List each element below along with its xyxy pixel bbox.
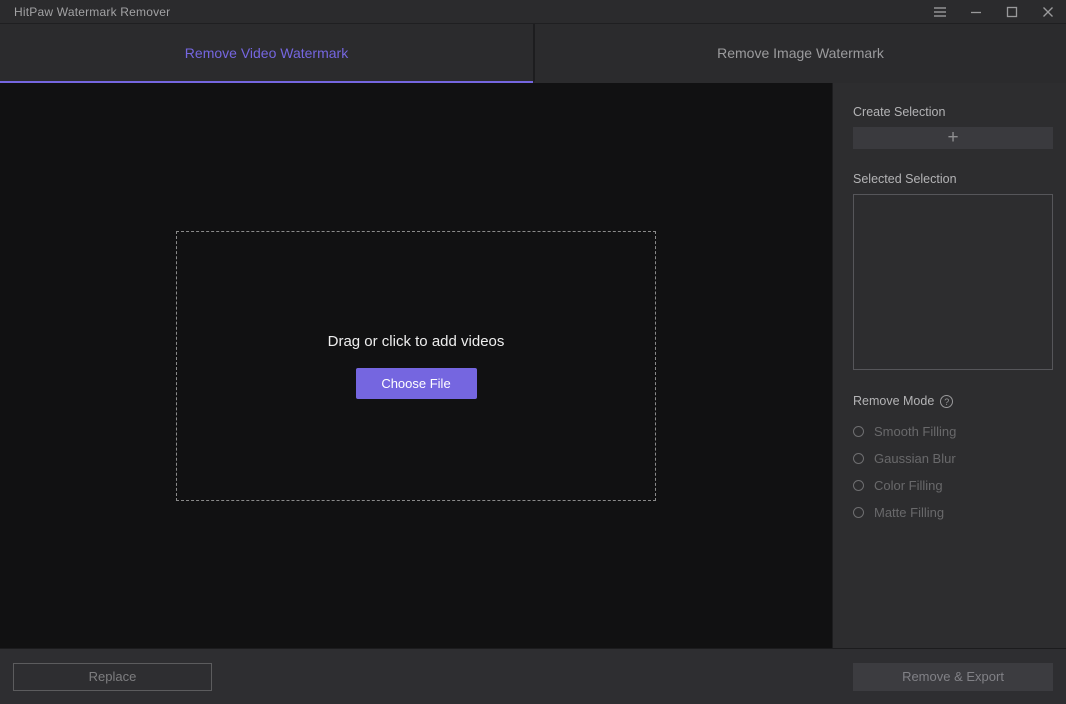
maximize-icon[interactable] [1004, 4, 1020, 20]
radio-color-filling[interactable]: Color Filling [853, 478, 1053, 493]
remove-mode-header: Remove Mode ? [853, 394, 1053, 408]
tab-remove-image-watermark[interactable]: Remove Image Watermark [533, 24, 1066, 83]
tabbar: Remove Video Watermark Remove Image Wate… [0, 24, 1066, 83]
radio-label: Color Filling [874, 478, 943, 493]
radio-label: Smooth Filling [874, 424, 957, 439]
radio-label: Matte Filling [874, 505, 945, 520]
radio-gaussian-blur[interactable]: Gaussian Blur [853, 451, 1053, 466]
choose-file-button[interactable]: Choose File [355, 367, 477, 399]
main-panel: Drag or click to add videos Choose File [0, 83, 832, 648]
footer-bar: Replace Remove & Export [0, 648, 1066, 704]
add-selection-button[interactable]: + [853, 127, 1053, 149]
remove-mode-label: Remove Mode [853, 394, 935, 408]
remove-mode-options: Smooth Filling Gaussian Blur Color Filli… [853, 424, 1053, 520]
replace-button[interactable]: Replace [13, 662, 212, 691]
radio-matte-filling[interactable]: Matte Filling [853, 505, 1053, 520]
window-controls [932, 4, 1056, 20]
menu-icon[interactable] [932, 4, 948, 20]
radio-icon [853, 453, 864, 464]
plus-icon: + [947, 127, 959, 148]
radio-label: Gaussian Blur [874, 451, 956, 466]
window-title: HitPaw Watermark Remover [14, 4, 171, 19]
create-selection-label: Create Selection [853, 105, 946, 119]
radio-icon [853, 426, 864, 437]
sidebar: Create Selection + Selected Selection Re… [832, 83, 1066, 648]
tab-remove-video-watermark[interactable]: Remove Video Watermark [0, 24, 533, 83]
radio-smooth-filling[interactable]: Smooth Filling [853, 424, 1053, 439]
content-area: Drag or click to add videos Choose File … [0, 83, 1066, 648]
video-dropzone[interactable]: Drag or click to add videos Choose File [176, 230, 656, 501]
radio-icon [853, 507, 864, 518]
selected-selection-list[interactable] [853, 194, 1053, 370]
close-icon[interactable] [1040, 4, 1056, 20]
titlebar: HitPaw Watermark Remover [0, 0, 1066, 24]
minimize-icon[interactable] [968, 4, 984, 20]
selected-selection-label: Selected Selection [853, 172, 957, 186]
help-icon[interactable]: ? [940, 394, 954, 408]
app-window: HitPaw Watermark Remover Remove Video Wa… [0, 0, 1066, 704]
radio-icon [853, 480, 864, 491]
remove-export-button[interactable]: Remove & Export [853, 662, 1053, 691]
tab-label: Remove Video Watermark [184, 44, 349, 61]
tab-label: Remove Image Watermark [717, 44, 884, 61]
dropzone-message: Drag or click to add videos [327, 332, 505, 350]
